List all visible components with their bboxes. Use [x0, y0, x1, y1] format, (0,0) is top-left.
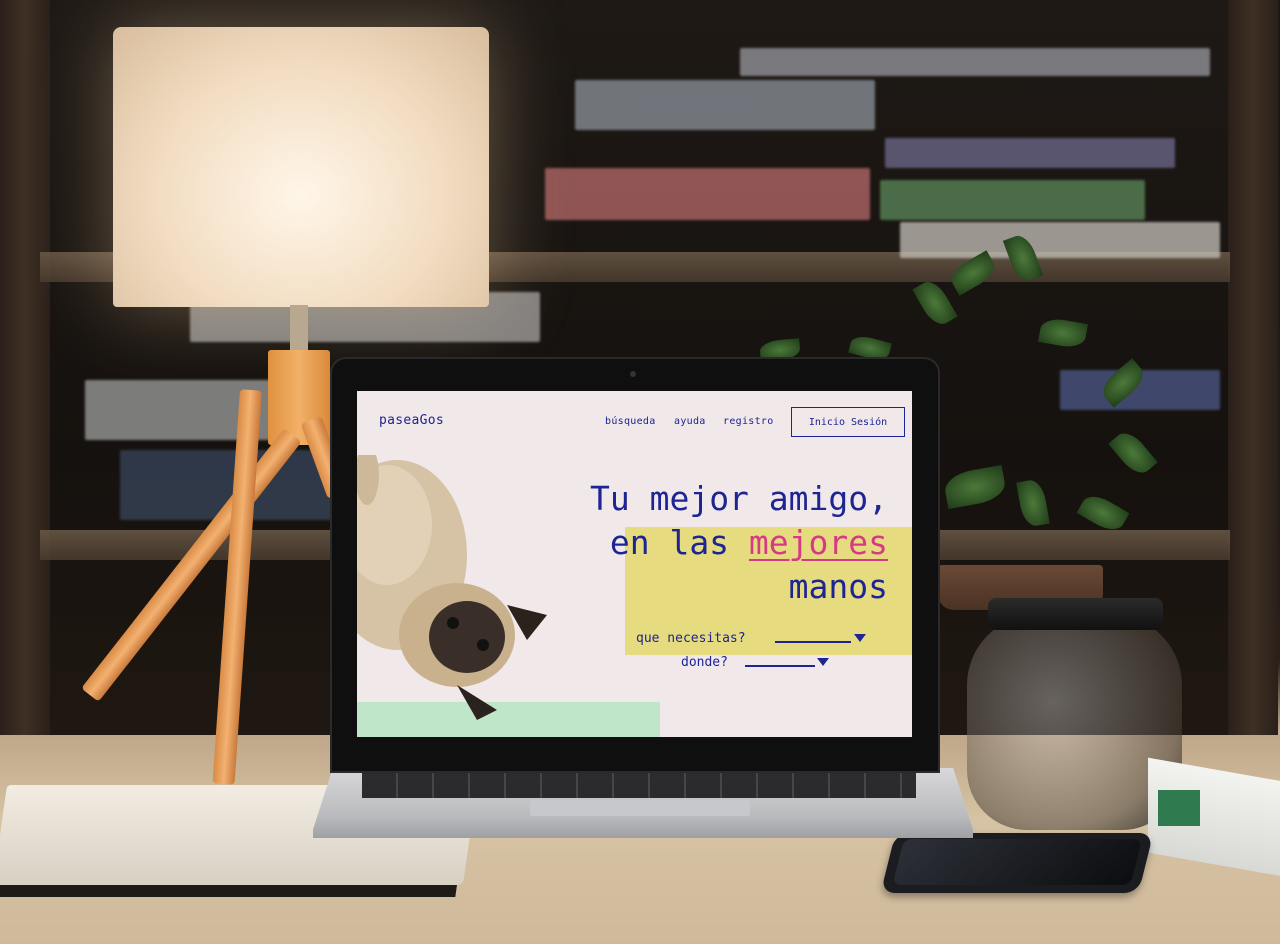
book: [880, 180, 1145, 220]
smartphone-screen: [892, 839, 1142, 885]
headline-accent-word: mejores: [748, 523, 888, 562]
dropdown-triangle-icon[interactable]: [854, 634, 866, 642]
laptop-screen-website: paseaGos búsqueda ayuda registro Inicio …: [357, 391, 912, 737]
book: [575, 80, 875, 130]
nav-link-register[interactable]: registro: [723, 416, 774, 427]
smartphone: [880, 833, 1154, 893]
nav-link-search[interactable]: búsqueda: [605, 416, 656, 427]
headline-line-2: en las mejores: [590, 521, 888, 565]
laptop-trackpad: [530, 800, 750, 816]
book: [545, 168, 870, 220]
headline-line-1: Tu mejor amigo,: [589, 479, 888, 518]
jar-lid: [988, 598, 1163, 630]
query-what-input[interactable]: [775, 641, 851, 643]
book: [885, 138, 1175, 168]
headline-line-3: manos: [788, 567, 888, 606]
lamp-neck: [290, 305, 308, 355]
query-what-label: que necesitas?: [636, 631, 746, 646]
shelf-post-left: [0, 0, 50, 760]
nav-link-help[interactable]: ayuda: [674, 416, 706, 427]
webcam: [630, 371, 636, 377]
desk-scene: paseaGos búsqueda ayuda registro Inicio …: [0, 0, 1280, 944]
package-box-label: [1158, 790, 1200, 826]
login-button-label: Inicio Sesión: [808, 416, 888, 428]
site-logo[interactable]: paseaGos: [379, 413, 444, 428]
headline-line-2-prefix: en las: [609, 523, 749, 562]
pug-image: [357, 455, 547, 720]
hero-headline: Tu mejor amigo, en las mejores manos: [590, 477, 888, 609]
query-where-label: donde?: [681, 655, 728, 670]
dropdown-triangle-icon[interactable]: [817, 658, 829, 666]
shelf-post-right: [1228, 0, 1278, 760]
laptop-keyboard: [362, 772, 916, 798]
query-where-input[interactable]: [745, 665, 815, 667]
book: [900, 222, 1220, 258]
login-button[interactable]: Inicio Sesión: [791, 407, 905, 437]
book: [740, 48, 1210, 76]
lamp-shade: [113, 27, 489, 307]
